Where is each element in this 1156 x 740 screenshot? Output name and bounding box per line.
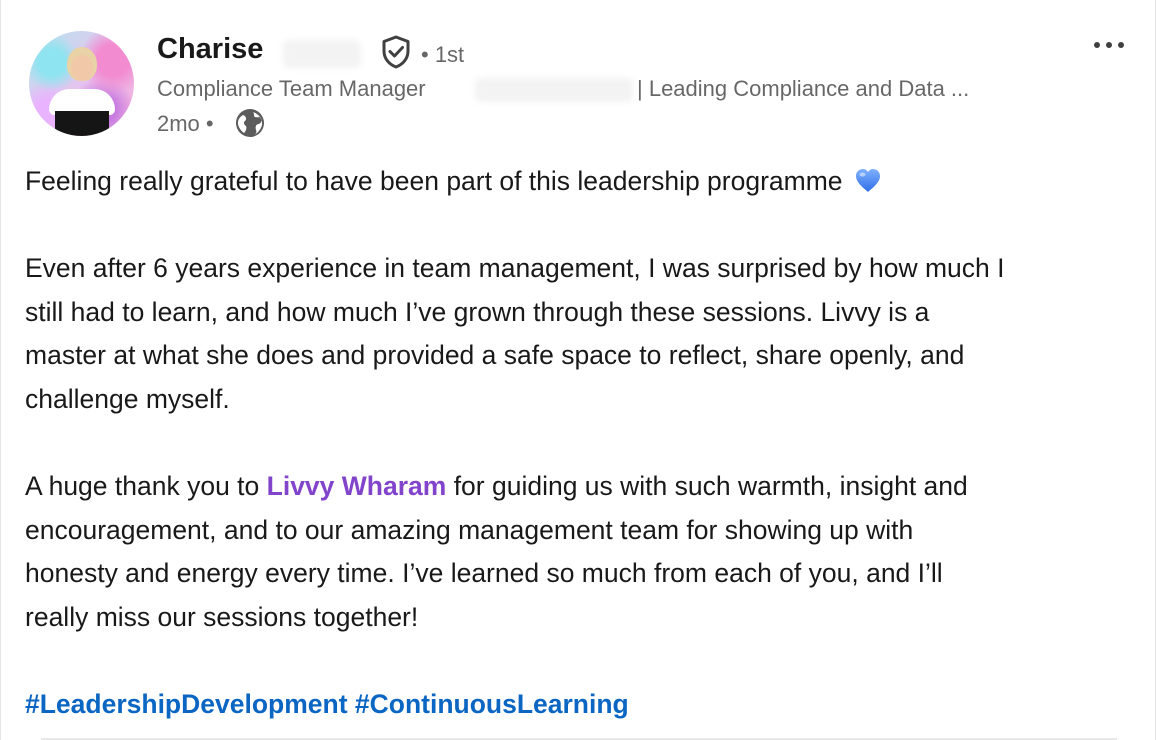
more-options-icon[interactable] [1089, 30, 1129, 60]
post-line: really miss our sessions together! [25, 601, 419, 632]
post-line: Even after 6 years experience in team ma… [25, 253, 1005, 284]
author-avatar[interactable] [29, 31, 134, 136]
post-text: for guiding us with such warmth, insight… [446, 471, 968, 502]
blue-heart-icon [855, 169, 880, 192]
feed-post: Charise • 1st Compliance Team Manager | … [0, 0, 1156, 740]
post-text: A huge thank you to [25, 471, 267, 502]
post-line: challenge myself. [25, 383, 230, 414]
author-headline-continued: | Leading Compliance and Data ... [637, 76, 970, 101]
redacted-surname [283, 40, 361, 68]
hashtag-line: #LeadershipDevelopment #ContinuousLearni… [25, 683, 1145, 727]
post-line: still had to learn, and how much I’ve gr… [25, 296, 930, 327]
hashtag-link[interactable]: #ContinuousLearning [355, 689, 629, 719]
post-timestamp: 2mo • [157, 111, 214, 136]
post-line: master at what she does and provided a s… [25, 340, 965, 371]
hashtag-link[interactable]: #LeadershipDevelopment [25, 689, 348, 719]
post-line: encouragement, and to our amazing manage… [25, 514, 914, 545]
mention-link[interactable]: Livvy Wharam [267, 471, 447, 501]
post-line: A huge thank you to Livvy Wharam for gui… [25, 465, 1145, 509]
author-headline: Compliance Team Manager [157, 76, 426, 101]
avatar-face [71, 55, 93, 81]
avatar-dress [55, 111, 109, 136]
connection-degree: • 1st [421, 42, 465, 67]
post-text: Feeling really grateful to have been par… [25, 166, 843, 196]
post-line: Feeling really grateful to have been par… [25, 160, 1145, 204]
redacted-company [475, 78, 633, 102]
author-name[interactable]: Charise [157, 33, 263, 66]
post-line: honesty and energy every time. I’ve lear… [25, 558, 943, 589]
post-body: Feeling really grateful to have been par… [25, 160, 1145, 727]
post-header: Charise • 1st Compliance Team Manager | … [1, 0, 1155, 150]
globe-icon [236, 109, 264, 137]
verified-shield-icon [382, 35, 410, 69]
